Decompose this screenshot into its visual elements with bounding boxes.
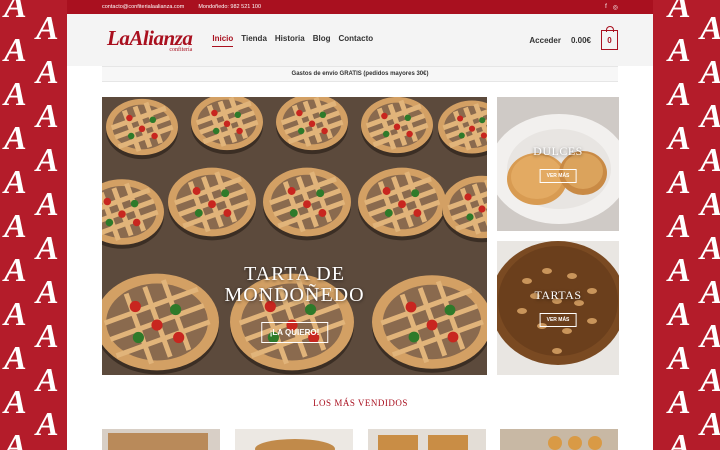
background-a-glyph: A [36,142,59,179]
background-a-glyph: A [700,364,720,398]
product-card[interactable] [234,429,354,450]
background-a-glyph: A [4,32,27,69]
background-a-glyph: A [700,100,720,134]
bestsellers-row [102,429,619,450]
background-a-glyph: A [36,98,59,135]
background-a-glyph: A [700,276,720,310]
background-a-glyph: A [36,230,59,267]
login-link[interactable]: Acceder [529,36,561,45]
category-title-tartas: TARTAS [534,288,582,302]
cake-image [497,241,619,375]
background-a-glyph: A [700,56,720,90]
cart-icon[interactable]: 0 [601,26,618,50]
instagram-icon[interactable]: ◎ [613,4,618,11]
social-links: f ◎ [605,4,618,11]
header-actions: Acceder 0.00€ 0 [529,26,618,50]
category-cta-tartas[interactable]: VER MÁS [539,313,577,327]
category-card-tartas[interactable]: TARTAS VER MÁS [497,241,619,375]
page-container: contacto@confiterialaalianza.com Mondoñe… [67,0,653,450]
nav-item-contacto[interactable]: Contacto [338,34,373,47]
background-a-glyph: A [700,12,720,46]
facebook-icon[interactable]: f [605,4,607,10]
category-title-dulces: DULCES [533,144,583,158]
background-a-glyph: A [668,208,691,245]
top-bar: contacto@confiterialaalianza.com Mondoñe… [67,0,653,14]
nav-item-tienda[interactable]: Tienda [241,34,267,47]
hero-cta-button[interactable]: ¡LA QUIERO! [260,322,329,343]
background-a-glyph: A [4,0,27,25]
background-a-glyph: A [668,340,691,377]
background-a-glyph: A [668,32,691,69]
background-a-glyph: A [668,164,691,201]
product-card[interactable] [367,429,487,450]
hero-title-line1: TARTA DE [244,263,345,285]
contact-email[interactable]: contacto@confiterialaalianza.com [102,4,184,10]
product-card[interactable] [500,429,619,450]
background-a-glyph: A [4,120,27,157]
background-a-glyph: A [700,408,720,442]
background-a-glyph: A [668,120,691,157]
background-a-glyph: A [700,144,720,178]
background-a-glyph: A [668,0,691,25]
background-a-glyph: A [4,164,27,201]
cookies-image [497,97,619,231]
hero-banner[interactable]: TARTA DE MONDOÑEDO ¡LA QUIERO! [102,97,487,375]
background-a-glyph: A [4,76,27,113]
background-a-glyph: A [668,296,691,333]
cart-count: 0 [607,35,612,45]
cart-total[interactable]: 0.00€ [571,36,591,45]
background-a-glyph: A [668,76,691,113]
nav-item-historia[interactable]: Historia [275,34,305,47]
background-a-glyph: A [4,208,27,245]
category-card-dulces[interactable]: DULCES VER MÁS [497,97,619,231]
background-a-glyph: A [668,252,691,289]
background-a-glyph: A [36,274,59,311]
background-a-glyph: A [36,10,59,47]
background-a-glyph: A [4,296,27,333]
background-a-glyph: A [668,428,691,450]
product-image [234,429,353,450]
background-a-glyph: A [4,252,27,289]
hero-title-line2: MONDOÑEDO [224,284,365,306]
hero-title: TARTA DE MONDOÑEDO [102,264,487,306]
background-a-glyph: A [4,428,27,450]
product-image [500,429,619,450]
product-card[interactable] [102,429,221,450]
contact-phone: Mondoñedo: 982 521 100 [198,4,262,10]
product-image [367,429,486,450]
background-a-glyph: A [36,186,59,223]
site-header: LaAlianza confitería Inicio Tienda Histo… [67,14,653,66]
product-image [102,429,220,450]
logo-text: LaAlianza [107,25,193,50]
background-a-glyph: A [36,362,59,399]
background-a-glyph: A [36,318,59,355]
background-a-glyph: A [4,384,27,421]
background-a-glyph: A [36,54,59,91]
background-a-glyph: A [700,232,720,266]
hero-area: TARTA DE MONDOÑEDO ¡LA QUIERO! DULCES VE… [102,97,619,375]
background-a-glyph: A [700,188,720,222]
background-a-glyph: A [700,320,720,354]
shipping-notice: Gastos de envío GRATIS (pedidos mayores … [102,66,618,82]
logo[interactable]: LaAlianza confitería [107,25,193,53]
nav-item-blog[interactable]: Blog [313,34,331,47]
background-a-glyph: A [36,406,59,443]
background-a-glyph: A [668,384,691,421]
main-nav: Inicio Tienda Historia Blog Contacto [212,34,373,47]
logo-subtitle: confitería [169,46,193,53]
category-cta-dulces[interactable]: VER MÁS [539,169,577,183]
background-a-glyph: A [4,340,27,377]
bestsellers-title: LOS MÁS VENDIDOS [313,398,408,408]
nav-item-inicio[interactable]: Inicio [212,34,234,47]
